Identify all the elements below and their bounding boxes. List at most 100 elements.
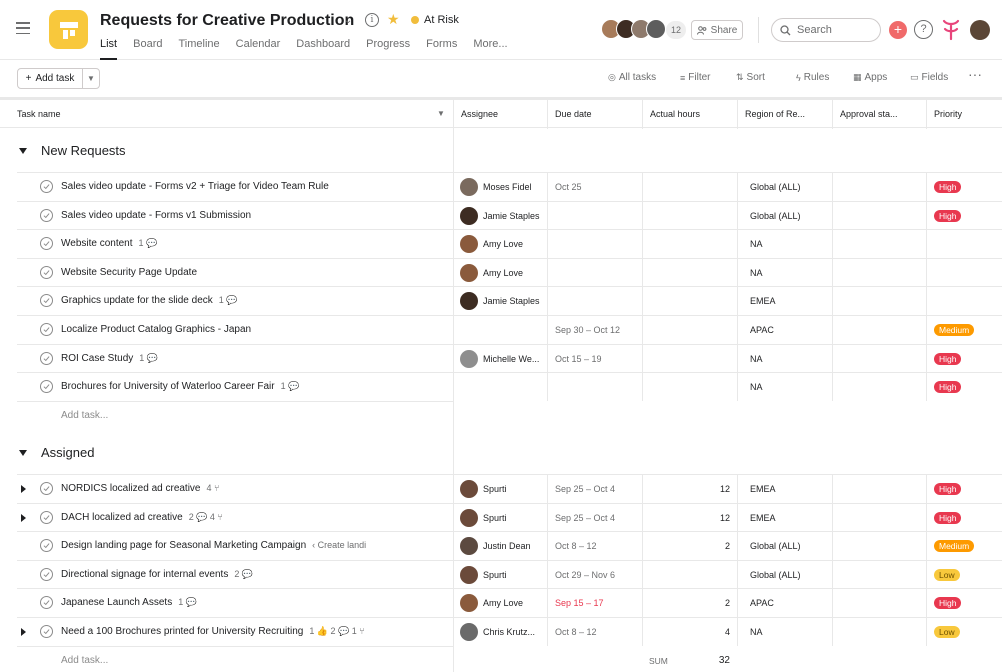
task-name[interactable]: Need a 100 Brochures printed for Univers… [61, 626, 365, 637]
assignee-cell[interactable]: Jamie Staples [453, 286, 547, 316]
user-avatar[interactable] [970, 20, 990, 40]
region-cell[interactable]: Global (ALL) [737, 531, 832, 561]
assignee-cell[interactable]: Spurti [453, 474, 547, 503]
approval-status-cell[interactable] [832, 172, 926, 201]
task-name[interactable]: Directional signage for internal events 2… [61, 569, 253, 580]
assignee-cell[interactable]: Spurti [453, 502, 547, 532]
collapse-triangle-icon[interactable] [19, 148, 27, 154]
info-icon[interactable]: i [365, 13, 379, 27]
sort-button[interactable]: ⇅ Sort [736, 72, 765, 83]
due-date-cell[interactable]: Oct 15 – 19 [547, 343, 642, 373]
complete-check-icon[interactable] [40, 265, 53, 279]
due-date-cell[interactable]: Oct 8 – 12 [547, 617, 642, 646]
add-task-link[interactable]: Add task... [61, 655, 108, 666]
actual-hours-cell[interactable] [642, 257, 737, 287]
task-name[interactable]: Sales video update - Forms v2 + Triage f… [61, 181, 329, 192]
expand-subtasks-icon[interactable] [21, 628, 26, 636]
tab-more[interactable]: More... [473, 38, 507, 60]
table-row[interactable]: Sales video update - Forms v1 Submission… [0, 200, 1002, 230]
task-name[interactable]: DACH localized ad creative 2 💬 4 ⑂ [61, 512, 223, 523]
tab-dashboard[interactable]: Dashboard [296, 38, 350, 60]
column-header-region[interactable]: Region of Re... [737, 99, 832, 129]
priority-cell[interactable]: High [926, 474, 1002, 503]
approval-status-cell[interactable] [832, 200, 926, 230]
region-cell[interactable]: APAC [737, 315, 832, 344]
section-title[interactable]: New Requests [41, 143, 126, 158]
table-row[interactable]: Localize Product Catalog Graphics - Japa… [0, 315, 1002, 344]
priority-cell[interactable]: High [926, 588, 1002, 618]
priority-cell[interactable]: Low [926, 559, 1002, 589]
project-status[interactable]: At Risk [411, 14, 459, 26]
priority-cell[interactable]: High [926, 502, 1002, 532]
table-row[interactable]: Brochures for University of Waterloo Car… [0, 372, 1002, 402]
assignee-cell[interactable] [453, 372, 547, 402]
add-task-row[interactable]: Add task... [0, 646, 1002, 672]
column-header-approval-status[interactable]: Approval sta... [832, 99, 926, 129]
more-options-icon[interactable]: ··· [968, 66, 982, 82]
actual-hours-cell[interactable] [642, 229, 737, 259]
actual-hours-cell[interactable] [642, 315, 737, 344]
priority-cell[interactable]: High [926, 200, 1002, 230]
approval-status-cell[interactable] [832, 229, 926, 259]
table-row[interactable]: Design landing page for Seasonal Marketi… [0, 531, 1002, 561]
task-name[interactable]: Localize Product Catalog Graphics - Japa… [61, 324, 251, 335]
approval-status-cell[interactable] [832, 286, 926, 316]
approval-status-cell[interactable] [832, 474, 926, 503]
menu-icon[interactable] [16, 22, 30, 34]
search-input[interactable]: Search [771, 18, 881, 42]
complete-check-icon[interactable] [40, 180, 53, 193]
member-avatars[interactable] [601, 19, 666, 39]
actual-hours-cell[interactable] [642, 372, 737, 402]
due-date-cell[interactable]: Sep 15 – 17 [547, 588, 642, 618]
tab-progress[interactable]: Progress [366, 38, 410, 60]
column-header-task-name[interactable]: Task name [0, 99, 453, 129]
region-cell[interactable]: NA [737, 229, 832, 259]
priority-cell[interactable]: High [926, 343, 1002, 373]
assignee-cell[interactable]: Spurti [453, 559, 547, 589]
complete-check-icon[interactable] [40, 482, 53, 495]
expand-subtasks-icon[interactable] [21, 485, 26, 493]
section-header[interactable]: New Requests [0, 131, 1002, 171]
expand-subtasks-icon[interactable] [21, 513, 26, 522]
priority-cell[interactable] [926, 286, 1002, 316]
table-row[interactable]: NORDICS localized ad creative 4 ⑂ Spurti Se… [0, 474, 1002, 503]
approval-status-cell[interactable] [832, 343, 926, 373]
priority-cell[interactable] [926, 229, 1002, 259]
complete-check-icon[interactable] [40, 510, 53, 524]
tab-list[interactable]: List [100, 38, 118, 60]
region-cell[interactable]: Global (ALL) [737, 200, 832, 230]
due-date-cell[interactable] [547, 372, 642, 402]
complete-check-icon[interactable] [40, 208, 53, 222]
section-title[interactable]: Assigned [41, 445, 94, 460]
table-row[interactable]: Website content 1 💬 Amy Love NA [0, 229, 1002, 259]
task-name[interactable]: Website Security Page Update [61, 267, 197, 278]
region-cell[interactable]: NA [737, 617, 832, 646]
table-row[interactable]: Japanese Launch Assets 1 💬 Amy Love Sep 15 … [0, 588, 1002, 618]
due-date-cell[interactable]: Oct 8 – 12 [547, 531, 642, 561]
priority-cell[interactable]: Low [926, 617, 1002, 646]
actual-hours-cell[interactable]: 4 [642, 617, 737, 646]
assignee-cell[interactable] [453, 315, 547, 344]
table-row[interactable]: Graphics update for the slide deck 1 💬 Jam… [0, 286, 1002, 316]
section-header[interactable]: Assigned [0, 433, 1002, 473]
project-title[interactable]: Requests for Creative Production [100, 12, 354, 30]
add-task-button[interactable]: + Add task ▼ [17, 68, 100, 89]
assignee-cell[interactable]: Amy Love [453, 588, 547, 618]
due-date-cell[interactable]: Sep 25 – Oct 4 [547, 474, 642, 503]
chevron-down-icon[interactable]: ▼ [83, 69, 99, 88]
column-header-due-date[interactable]: Due date [547, 99, 642, 129]
complete-check-icon[interactable] [40, 351, 53, 365]
due-date-cell[interactable] [547, 257, 642, 287]
task-name[interactable]: Japanese Launch Assets 1 💬 [61, 597, 197, 608]
actual-hours-cell[interactable]: 2 [642, 531, 737, 561]
actual-hours-cell[interactable]: 12 [642, 474, 737, 503]
complete-check-icon[interactable] [40, 625, 53, 638]
region-cell[interactable]: EMEA [737, 502, 832, 532]
assignee-cell[interactable]: Chris Krutz... [453, 617, 547, 646]
assignee-cell[interactable]: Jamie Staples [453, 200, 547, 230]
region-cell[interactable]: Global (ALL) [737, 172, 832, 201]
assignee-cell[interactable]: Moses Fidel [453, 172, 547, 201]
tab-timeline[interactable]: Timeline [178, 38, 219, 60]
priority-cell[interactable]: Medium [926, 315, 1002, 344]
actual-hours-cell[interactable]: 2 [642, 588, 737, 618]
